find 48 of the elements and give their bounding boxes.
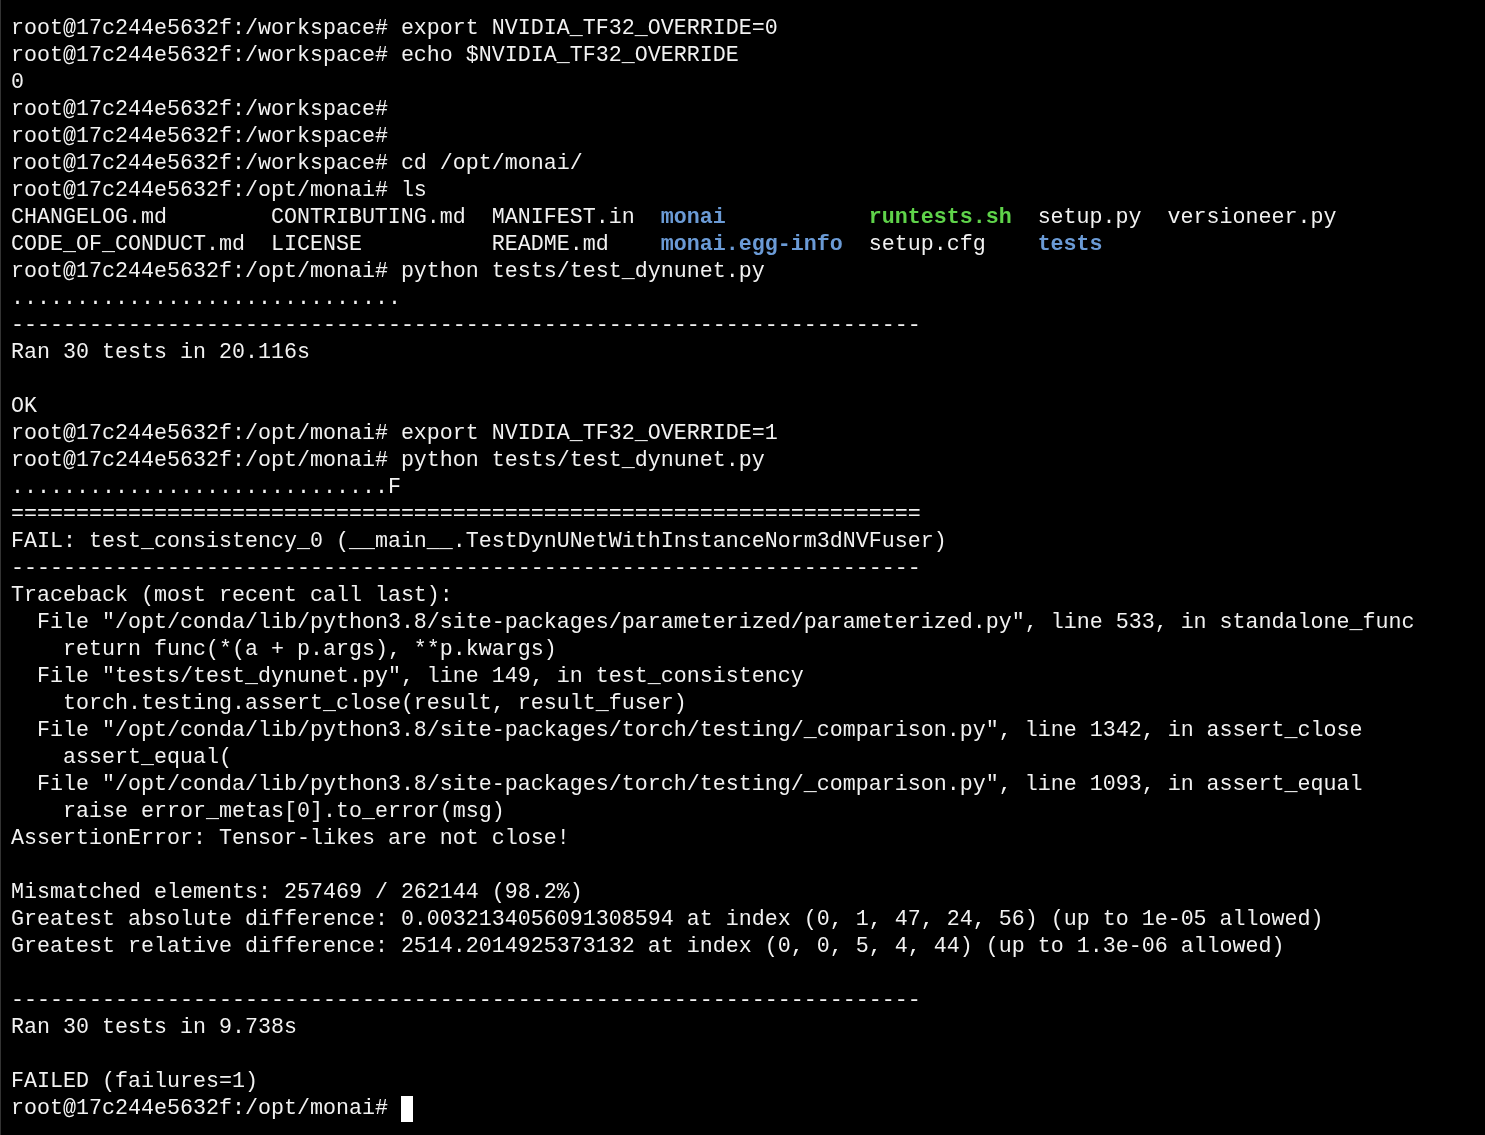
terminal-line: root@17c244e5632f:/opt/monai# python tests/test_dynunet.py xyxy=(11,258,765,285)
terminal-line: Traceback (most recent call last): xyxy=(11,582,453,609)
file-name: README.md xyxy=(491,231,609,258)
terminal-line: 0 xyxy=(11,69,24,96)
terminal-line: File "tests/test_dynunet.py", line 149, in test_consistency xyxy=(36,663,804,690)
terminal-line: root@17c244e5632f:/workspace# echo $NVIDIA_TF32_OVERRIDE xyxy=(11,42,739,69)
terminal-line: ====================================================================== xyxy=(11,501,921,528)
terminal-line: File "/opt/conda/lib/python3.8/site-packages/torch/testing/_comparison.py", line 1342, in assert_close xyxy=(36,717,1363,744)
terminal-line: root@17c244e5632f:/opt/monai# ls xyxy=(11,177,427,204)
file-name: CODE_OF_CONDUCT.md xyxy=(11,231,245,258)
file-name: monai xyxy=(660,204,726,231)
terminal-line: File "/opt/conda/lib/python3.8/site-packages/torch/testing/_comparison.py", line 1093, in assert_equal xyxy=(36,771,1363,798)
terminal-line: ---------------------------------------------------------------------- xyxy=(11,312,921,339)
terminal-line: root@17c244e5632f:/opt/monai# python tests/test_dynunet.py xyxy=(11,447,765,474)
file-name: setup.cfg xyxy=(868,231,986,258)
terminal-line: AssertionError: Tensor-likes are not close! xyxy=(11,825,570,852)
file-name: versioneer.py xyxy=(1167,204,1337,231)
terminal-line: root@17c244e5632f:/workspace# xyxy=(11,123,388,150)
terminal-line: root@17c244e5632f:/workspace# cd /opt/monai/ xyxy=(11,150,583,177)
file-name: CONTRIBUTING.md xyxy=(270,204,466,231)
file-name: LICENSE xyxy=(270,231,362,258)
terminal-line: Greatest absolute difference: 0.0032134056091308594 at index (0, 1, 47, 24, 56) (up to 1e-05 allowed) xyxy=(11,906,1324,933)
terminal-line: root@17c244e5632f:/workspace# export NVIDIA_TF32_OVERRIDE=0 xyxy=(11,15,778,42)
terminal-line: OK xyxy=(11,393,37,420)
terminal-line: ---------------------------------------------------------------------- xyxy=(11,987,921,1014)
terminal-line: Ran 30 tests in 9.738s xyxy=(11,1014,297,1041)
file-name: monai.egg-info xyxy=(660,231,843,258)
file-name: setup.py xyxy=(1037,204,1142,231)
terminal-prompt: root@17c244e5632f:/opt/monai# xyxy=(11,1095,388,1122)
terminal-line: FAILED (failures=1) xyxy=(11,1068,258,1095)
terminal-line: ---------------------------------------------------------------------- xyxy=(11,555,921,582)
terminal-line: .............................F xyxy=(11,474,401,501)
terminal-line: Mismatched elements: 257469 / 262144 (98.2%) xyxy=(11,879,583,906)
file-name: tests xyxy=(1037,231,1103,258)
terminal-line: torch.testing.assert_close(result, result_fuser) xyxy=(61,690,687,717)
terminal-line: File "/opt/conda/lib/python3.8/site-packages/parameterized/parameterized.py", line 533, in standalone_func xyxy=(36,609,1415,636)
terminal-line: return func(*(a + p.args), **p.kwargs) xyxy=(61,636,557,663)
terminal-line: root@17c244e5632f:/workspace# xyxy=(11,96,388,123)
terminal-line: root@17c244e5632f:/opt/monai# export NVIDIA_TF32_OVERRIDE=1 xyxy=(11,420,778,447)
terminal-line: Ran 30 tests in 20.116s xyxy=(11,339,310,366)
terminal-line: assert_equal( xyxy=(61,744,232,771)
terminal-line: raise error_metas[0].to_error(msg) xyxy=(61,798,505,825)
file-name: CHANGELOG.md xyxy=(11,204,167,231)
terminal-line: .............................. xyxy=(11,285,401,312)
terminal-line: Greatest relative difference: 2514.2014925373132 at index (0, 0, 5, 4, 44) (up to 1.3e-06 allowed) xyxy=(11,933,1285,960)
file-name: runtests.sh xyxy=(868,204,1012,231)
file-name: MANIFEST.in xyxy=(491,204,635,231)
terminal-line: FAIL: test_consistency_0 (__main__.TestDynUNetWithInstanceNorm3dNVFuser) xyxy=(11,528,947,555)
